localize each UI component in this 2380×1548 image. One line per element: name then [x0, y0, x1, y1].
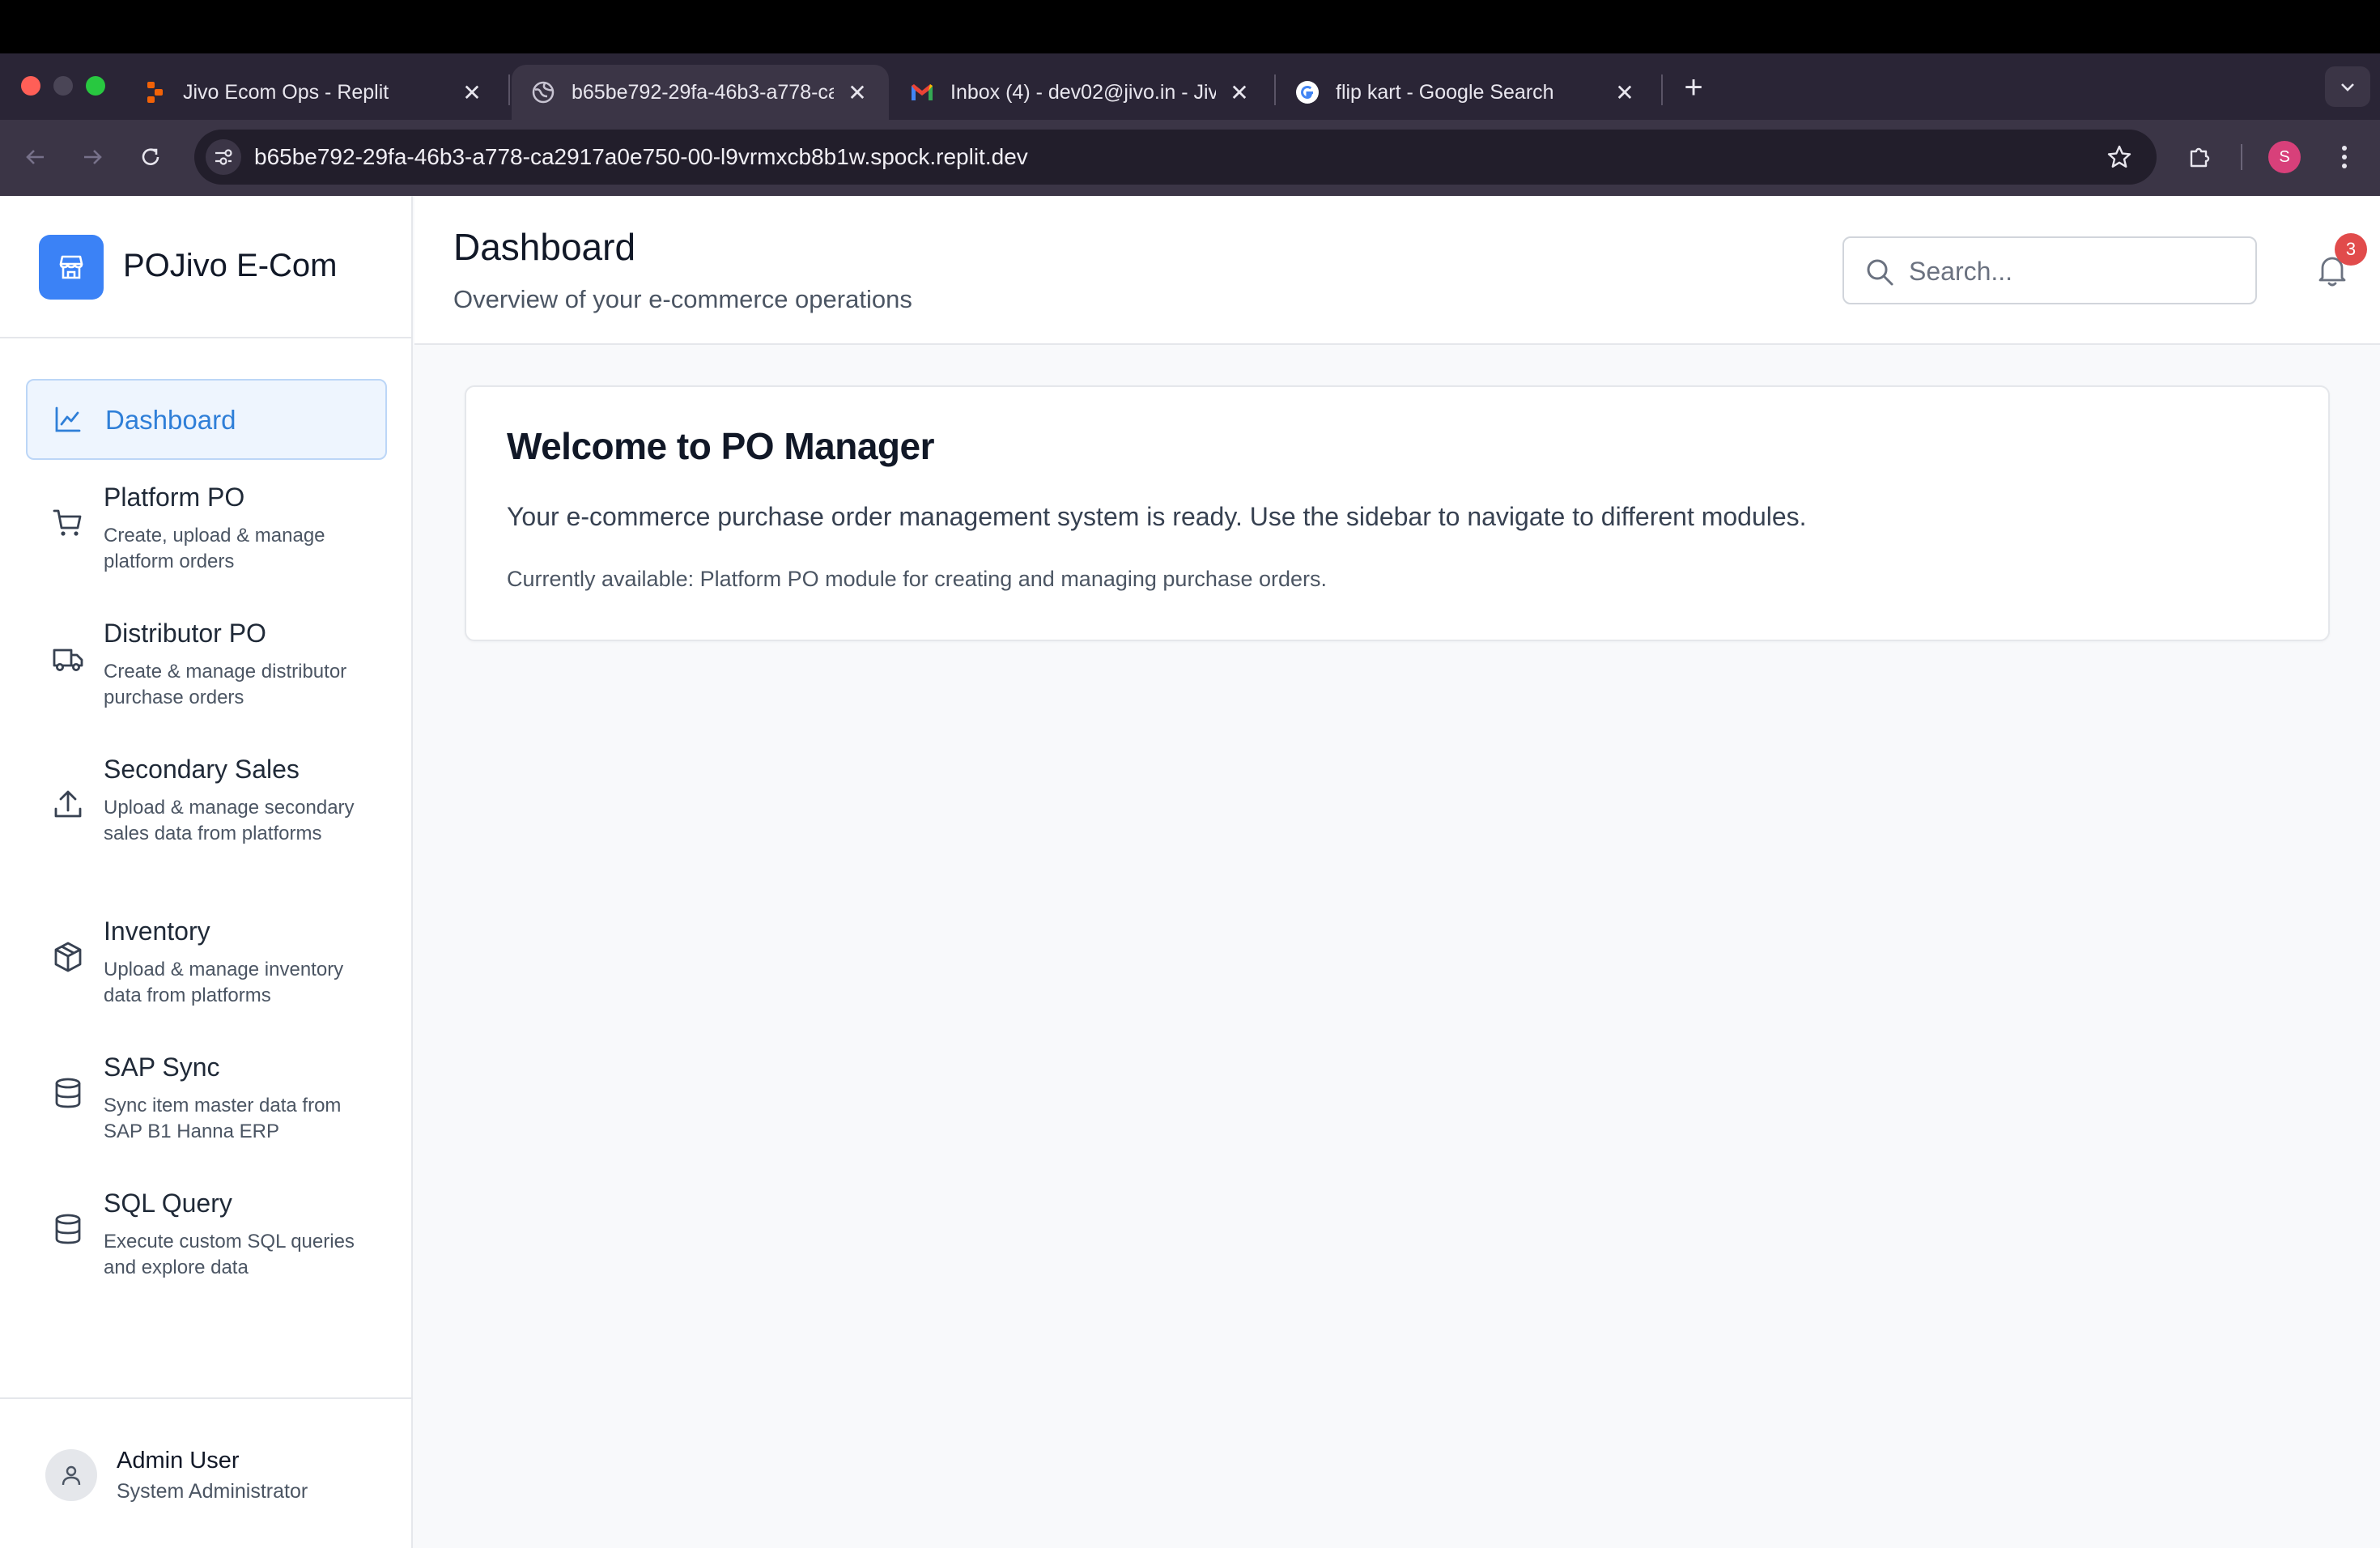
truck-icon [50, 641, 86, 677]
nav-item-secondary-sales[interactable]: Secondary Sales Upload & manage secondar… [26, 755, 387, 876]
url-text[interactable]: b65be792-29fa-46b3-a778-ca2917a0e750-00-… [254, 141, 1028, 173]
package-icon [50, 939, 86, 975]
browser-tab[interactable]: Inbox (4) - dev02@jivo.in - Jivo Mail ✕ [890, 65, 1271, 120]
nav-item-distributor-po[interactable]: Distributor PO Create & manage distribut… [26, 619, 387, 716]
tab-title: Inbox (4) - dev02@jivo.in - Jivo Mail [950, 80, 1216, 104]
database-icon [50, 1211, 86, 1247]
welcome-note: Currently available: Platform PO module … [507, 567, 1328, 591]
chart-line-icon [52, 403, 84, 436]
nav-item-dashboard[interactable]: Dashboard [26, 379, 387, 460]
nav-label: Secondary Sales [104, 755, 300, 784]
nav-description: Upload & manage secondary sales data fro… [104, 797, 355, 844]
user-role: System Administrator [117, 1480, 308, 1503]
nav-item-sql-query[interactable]: SQL Query Execute custom SQL queries and… [26, 1189, 387, 1286]
arrow-right-icon [84, 150, 102, 164]
user-name: Admin User [117, 1448, 240, 1474]
close-tab-icon[interactable]: ✕ [1613, 80, 1637, 105]
page-header: Dashboard Overview of your e-commerce op… [414, 196, 2380, 345]
nav-label: Platform PO [104, 483, 245, 512]
extensions-puzzle-icon[interactable] [2182, 139, 2218, 175]
brand-header: POJivo E-Com [0, 196, 411, 338]
browser-tab-active[interactable]: b65be792-29fa-46b3-a778-ca2917a0e750 ✕ [512, 65, 889, 120]
nav-item-platform-po[interactable]: Platform PO Create, upload & manage plat… [26, 483, 387, 580]
upload-icon [50, 787, 86, 823]
more-menu-icon[interactable] [2328, 139, 2361, 175]
window-maximize-button[interactable] [86, 76, 105, 96]
page-title: Dashboard [453, 226, 636, 268]
page-subtitle: Overview of your e-commerce operations [453, 285, 912, 313]
nav-label: SAP Sync [104, 1053, 220, 1082]
tab-search-button[interactable] [2325, 66, 2370, 107]
store-icon [39, 235, 104, 300]
profile-avatar[interactable]: S [2268, 141, 2301, 173]
browser-tab[interactable]: flip kart - Google Search ✕ [1276, 65, 1656, 120]
forward-button[interactable] [74, 139, 110, 175]
search-box[interactable] [1842, 236, 2257, 304]
reload-icon [142, 148, 159, 165]
nav-label: Dashboard [105, 405, 236, 435]
nav-description: Create & manage distributor purchase ord… [104, 661, 347, 708]
gmail-icon [910, 80, 934, 104]
chevron-down-icon [2341, 83, 2354, 91]
browser-tab[interactable]: Jivo Ecom Ops - Replit ✕ [123, 65, 504, 120]
welcome-card: Welcome to PO Manager Your e-commerce pu… [465, 385, 2330, 641]
nav-label: Inventory [104, 916, 210, 946]
database-icon [50, 1075, 86, 1111]
nav-description: Upload & manage inventory data from plat… [104, 959, 344, 1006]
tab-separator [1661, 74, 1663, 105]
replit-icon [142, 80, 167, 104]
window-minimize-button[interactable] [53, 76, 73, 96]
close-tab-icon[interactable]: ✕ [845, 80, 869, 105]
notification-count-badge: 3 [2335, 233, 2367, 266]
app-root: POJivo E-Com Dashboard Platform PO Creat… [0, 196, 2380, 1548]
nav-item-inventory[interactable]: Inventory Upload & manage inventory data… [26, 916, 387, 1014]
nav-item-sap-sync[interactable]: SAP Sync Sync item master data from SAP … [26, 1053, 387, 1150]
tab-separator [508, 74, 510, 105]
tab-title: flip kart - Google Search [1336, 80, 1554, 104]
shopping-cart-icon [50, 505, 86, 541]
nav-description: Sync item master data from SAP B1 Hanna … [104, 1095, 342, 1142]
globe-icon [531, 80, 555, 104]
toolbar-separator [2241, 144, 2242, 170]
close-tab-icon[interactable]: ✕ [460, 80, 484, 105]
back-button[interactable] [18, 139, 53, 175]
search-icon [1862, 254, 1898, 290]
user-profile[interactable]: Admin User System Administrator [0, 1397, 411, 1548]
search-input[interactable] [1909, 249, 2241, 293]
site-info-icon[interactable] [206, 139, 241, 175]
close-tab-icon[interactable]: ✕ [1227, 80, 1252, 105]
nav-description: Create, upload & manage platform orders [104, 525, 325, 572]
sidebar: POJivo E-Com Dashboard Platform PO Creat… [0, 196, 413, 1548]
window-close-button[interactable] [21, 76, 40, 96]
brand-name: POJivo E-Com [123, 248, 338, 283]
bookmark-star-icon[interactable] [2102, 139, 2137, 175]
new-tab-button[interactable]: + [1676, 70, 1711, 105]
tab-title: Jivo Ecom Ops - Replit [183, 80, 389, 104]
nav-label: SQL Query [104, 1189, 232, 1218]
nav-label: Distributor PO [104, 619, 266, 648]
system-menu-bar [0, 0, 2380, 53]
welcome-body: Your e-commerce purchase order managemen… [507, 502, 1807, 531]
nav-description: Execute custom SQL queries and explore d… [104, 1231, 355, 1278]
user-avatar-icon [45, 1449, 97, 1501]
google-icon [1295, 80, 1320, 104]
reload-button[interactable] [133, 139, 168, 175]
welcome-title: Welcome to PO Manager [507, 425, 935, 467]
tab-title: b65be792-29fa-46b3-a778-ca2917a0e750 [572, 80, 834, 104]
arrow-left-icon [26, 150, 44, 164]
